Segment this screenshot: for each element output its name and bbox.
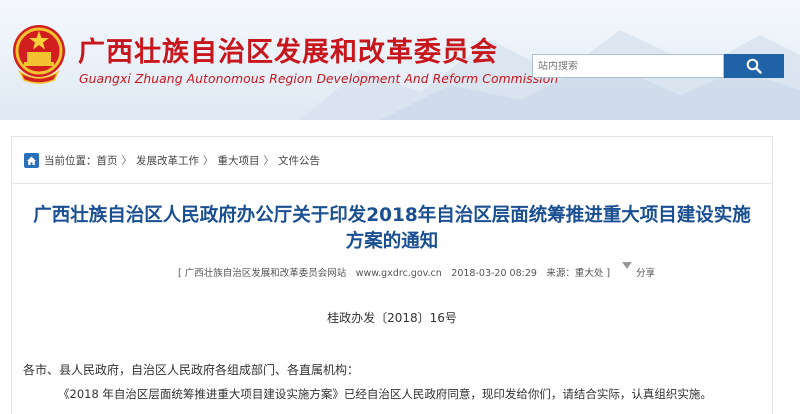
document-number: 桂政办发〔2018〕16号 [327,311,457,325]
breadcrumb-divider [12,183,772,184]
site-header: 广西壮族自治区发展和改革委员会 Guangxi Zhuang Autonomou… [0,0,800,120]
breadcrumb-prefix: 当前位置： [44,154,97,167]
breadcrumb-separator: 〉 [121,154,133,167]
share-label: 分享 [636,268,656,279]
breadcrumb-item-home[interactable]: 首页 [97,153,118,168]
breadcrumb-separator: 〉 [263,154,275,167]
share-button[interactable]: 分享 [620,262,665,279]
article-source: [ 广西壮族自治区发展和改革委员会网站 www.gxdrc.gov.cn 201… [178,268,611,279]
search-button[interactable] [724,54,784,78]
article-paragraph: 《2018 年自治区层面统筹推进重大项目建设实施方案》已经自治区人民政府同意，现… [58,387,712,401]
breadcrumb-item-major-projects[interactable]: 重大项目 [218,153,260,168]
article-paragraph: 各市、县人民政府，自治区人民政府各组成部门、各直属机构： [23,363,360,377]
site-subtitle: Guangxi Zhuang Autonomous Region Develop… [79,72,559,86]
article-meta: [ 广西壮族自治区发展和改革委员会网站 www.gxdrc.gov.cn 201… [178,262,665,280]
breadcrumb-separator: 〉 [203,154,214,167]
national-emblem-icon [13,25,65,84]
site-title: 广西壮族自治区发展和改革委员会 [78,37,498,68]
search-input[interactable] [538,60,723,72]
chevron-down-icon [622,262,633,269]
breadcrumb-item-announcements[interactable]: 文件公告 [278,153,320,168]
search-icon [746,58,762,74]
article-title: 广西壮族自治区人民政府办公厅关于印发2018年自治区层面统筹推进重大项目建设实施… [33,205,751,252]
breadcrumb-item-development-work[interactable]: 发展改革工作 [136,153,199,168]
home-icon [24,152,39,168]
breadcrumb: 当前位置： 首页 〉 发展改革工作 〉 重大项目 〉 文件公告 [24,151,320,169]
content-panel: 当前位置： 首页 〉 发展改革工作 〉 重大项目 〉 文件公告 广西壮族自治区人… [11,136,773,414]
search-box [532,54,724,78]
